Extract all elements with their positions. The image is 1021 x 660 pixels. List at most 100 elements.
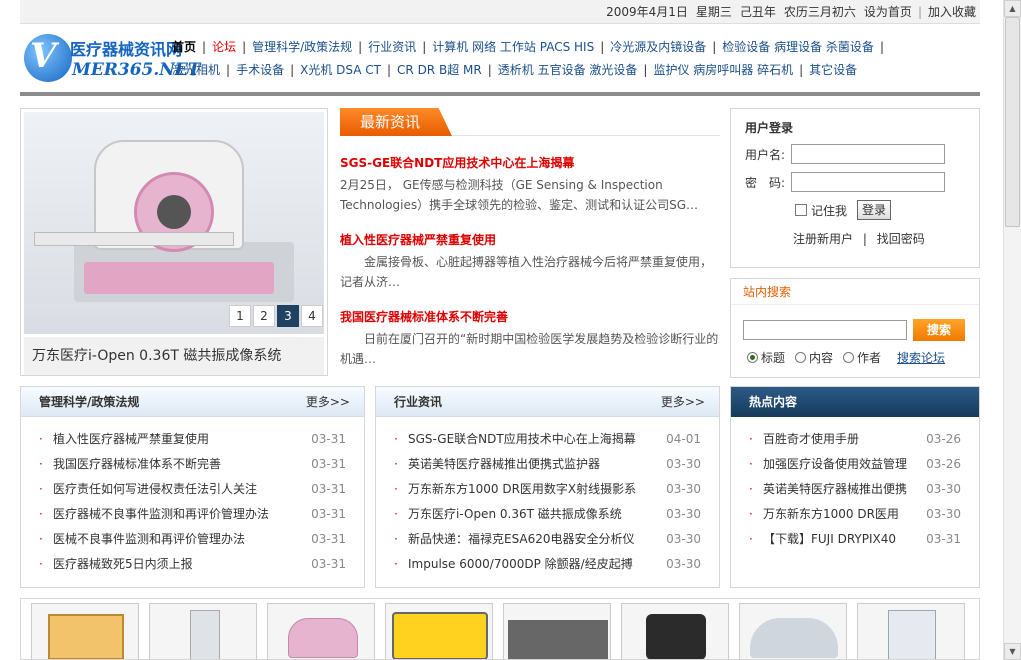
news-desc-2: 金属接骨板、心脏起搏器等植入性治疗器械今后将严禁重复使用，记者从济… (340, 255, 713, 289)
panel-hot: 热点内容 · 百胜奇才使用手册 03-26 · 加强医疗设备使用效益管理 03-26 ·… (730, 386, 980, 588)
search-title: 站内搜索 (731, 279, 979, 305)
nav-item-monitor[interactable]: 监护仪 病房呼叫器 碎石机 (653, 63, 793, 77)
news-desc-1: 2月25日， GE传感与检测科技（GE Sensing & Inspection… (340, 178, 699, 212)
site-logo[interactable]: V 医疗器械资讯网 MER365.NET (20, 30, 200, 86)
product-thumb-xray[interactable] (149, 603, 257, 659)
nav-item-dialysis[interactable]: 透析机 五官设备 激光设备 (498, 63, 638, 77)
topbar-separator: | (917, 4, 922, 19)
panel-management-header: 管理科学/政策法规 更多>> (21, 387, 364, 417)
list-item[interactable]: · 英诺美特医疗器械推出便携 03-30 (749, 477, 961, 502)
list-item[interactable]: · 医械不良事件监测和再评价管理办法 03-31 (39, 527, 346, 552)
year-text: 己丑年 (739, 5, 776, 19)
radio-icon (795, 352, 807, 363)
password-label: 密 码: (745, 175, 786, 190)
product-thumb-ct[interactable] (739, 603, 847, 659)
search-option-author[interactable]: 作者 (843, 349, 881, 366)
list-item[interactable]: · 英诺美特医疗器械推出便携式监护器 03-30 (394, 452, 701, 477)
list-item[interactable]: · 医疗器械不良事件监测和再评价管理办法 03-31 (39, 502, 346, 527)
logo-chinese-name: 医疗器械资讯网 (70, 40, 183, 59)
scroll-down-arrow-icon[interactable]: ▼ (1004, 643, 1021, 660)
latest-news: 最新资讯 SGS-GE联合NDT应用技术中心在上海揭幕 2月25日， GE传感与… (340, 108, 720, 386)
list-item[interactable]: · Impulse 6000/7000DP 除颤器/经皮起搏 03-30 (394, 552, 701, 577)
find-password-link[interactable]: 找回密码 (877, 232, 925, 246)
nav-item-computer[interactable]: 计算机 网络 工作站 PACS HIS (432, 40, 594, 54)
list-item[interactable]: · SGS-GE联合NDT应用技术中心在上海揭幕 04-01 (394, 427, 701, 452)
news-title-3[interactable]: 我国医疗器械标准体系不断完善 (340, 308, 720, 325)
slideshow-pager: 1 2 3 4 (229, 305, 323, 327)
nav-item-laser-camera[interactable]: 激光相机 (172, 63, 220, 77)
product-thumb-analyzer[interactable] (385, 603, 493, 659)
list-item[interactable]: · 万东新东方1000 DR医用数字X射线摄影系 03-30 (394, 477, 701, 502)
radio-icon (747, 352, 758, 363)
pager-button-3[interactable]: 3 (277, 305, 299, 327)
list-item[interactable]: · 新品快递：福禄克ESA620电器安全分析仪 03-30 (394, 527, 701, 552)
panel-management: 管理科学/政策法规 更多>> · 植入性医疗器械严禁重复使用 03-31 · 我国医疗… (20, 386, 365, 588)
panel-industry: 行业资讯 更多>> · SGS-GE联合NDT应用技术中心在上海揭幕 04-01 ·… (375, 386, 720, 588)
feature-caption[interactable]: 万东医疗i-Open 0.36T 磁共振成像系统 (24, 337, 324, 375)
site-search: 站内搜索 搜索 标题 内容 作者 搜索论坛 (730, 278, 980, 378)
list-item[interactable]: · 我国医疗器械标准体系不断完善 03-31 (39, 452, 346, 477)
list-item[interactable]: · 【下载】FUJI DRYPIX40 03-31 (749, 527, 961, 552)
list-item[interactable]: · 万东新东方1000 DR医用 03-30 (749, 502, 961, 527)
feature-image[interactable] (24, 112, 324, 334)
lunar-text: 农历三月初六 (783, 5, 856, 19)
content-panels: 管理科学/政策法规 更多>> · 植入性医疗器械严禁重复使用 03-31 · 我国医疗… (20, 386, 980, 588)
nav-item-lab[interactable]: 检验设备 病理设备 杀菌设备 (722, 40, 874, 54)
product-thumb-mri[interactable] (267, 603, 375, 659)
panel-hot-header: 热点内容 (731, 387, 979, 417)
pager-button-2[interactable]: 2 (253, 305, 275, 327)
tab-latest-news[interactable]: 最新资讯 (340, 108, 452, 136)
remember-me-label: 记住我 (811, 203, 848, 218)
nav-item-other[interactable]: 其它设备 (809, 63, 857, 77)
list-item[interactable]: · 医疗责任如何写进侵权责任法引人关注 03-31 (39, 477, 346, 502)
login-button[interactable]: 登录 (857, 200, 892, 220)
nav-item-forum[interactable]: 论坛 (212, 40, 236, 54)
latest-news-header: 最新资讯 (340, 108, 720, 136)
product-thumb-case[interactable] (621, 603, 729, 659)
news-title-1[interactable]: SGS-GE联合NDT应用技术中心在上海揭幕 (340, 154, 720, 171)
login-title: 用户登录 (745, 121, 794, 135)
nav-item-management[interactable]: 管理科学/政策法规 (252, 40, 352, 54)
list-item[interactable]: · 加强医疗设备使用效益管理 03-26 (749, 452, 961, 477)
register-link[interactable]: 注册新用户 (793, 232, 853, 246)
list-item[interactable]: · 百胜奇才使用手册 03-26 (749, 427, 961, 452)
weekday-text: 星期三 (695, 5, 732, 19)
search-input[interactable] (743, 320, 907, 340)
news-title-2[interactable]: 植入性医疗器械严禁重复使用 (340, 231, 720, 248)
product-thumb-lab[interactable] (857, 603, 965, 659)
search-forum-link[interactable]: 搜索论坛 (897, 349, 945, 366)
search-option-title[interactable]: 标题 (747, 349, 785, 366)
feature-slideshow: 1 2 3 4 万东医疗i-Open 0.36T 磁共振成像系统 (20, 108, 328, 376)
nav-item-surgery[interactable]: 手术设备 (236, 63, 284, 77)
pager-button-4[interactable]: 4 (301, 305, 323, 327)
nav-item-industry[interactable]: 行业资讯 (368, 40, 416, 54)
add-favorite-link[interactable]: 加入收藏 (928, 3, 976, 20)
set-home-link[interactable]: 设为首页 (864, 3, 912, 20)
list-item[interactable]: · 医疗器械致死5日内须上报 03-31 (39, 552, 346, 577)
nav-item-cr-dr[interactable]: CR DR B超 MR (397, 63, 482, 77)
list-item[interactable]: · 万东医疗i-Open 0.36T 磁共振成像系统 03-30 (394, 502, 701, 527)
remember-me-checkbox[interactable] (795, 204, 807, 216)
nav-item-home[interactable]: 首页 (172, 40, 196, 54)
page: 2009年4月1日 星期三 己丑年 农历三月初六 设为首页 | 加入收藏 V 医… (20, 0, 980, 660)
product-thumbnails (20, 598, 980, 660)
pager-button-1[interactable]: 1 (229, 305, 251, 327)
search-option-content[interactable]: 内容 (795, 349, 833, 366)
more-link[interactable]: 更多>> (306, 387, 350, 417)
username-input[interactable] (791, 144, 945, 164)
scrollbar-thumb[interactable] (1005, 17, 1020, 227)
more-link[interactable]: 更多>> (661, 387, 705, 417)
nav-item-endoscope[interactable]: 冷光源及内镜设备 (610, 40, 706, 54)
product-thumb-device[interactable] (503, 603, 611, 659)
login-box: 用户登录 用户名: 密 码: 记住我 登录 注册新用户 | 找回密码 (730, 108, 980, 268)
top-row: 1 2 3 4 万东医疗i-Open 0.36T 磁共振成像系统 最新资讯 SG… (20, 108, 980, 386)
logo-v-letter: V (30, 36, 57, 76)
vertical-scrollbar[interactable]: ▲ ▼ (1003, 0, 1021, 660)
list-item[interactable]: · 植入性医疗器械严禁重复使用 03-31 (39, 427, 346, 452)
panel-industry-header: 行业资讯 更多>> (376, 387, 719, 417)
password-input[interactable] (791, 172, 945, 192)
nav-item-xray[interactable]: X光机 DSA CT (300, 63, 381, 77)
search-button[interactable]: 搜索 (913, 319, 965, 341)
scroll-up-arrow-icon[interactable]: ▲ (1004, 0, 1021, 17)
product-thumb-monitor[interactable] (31, 603, 139, 659)
